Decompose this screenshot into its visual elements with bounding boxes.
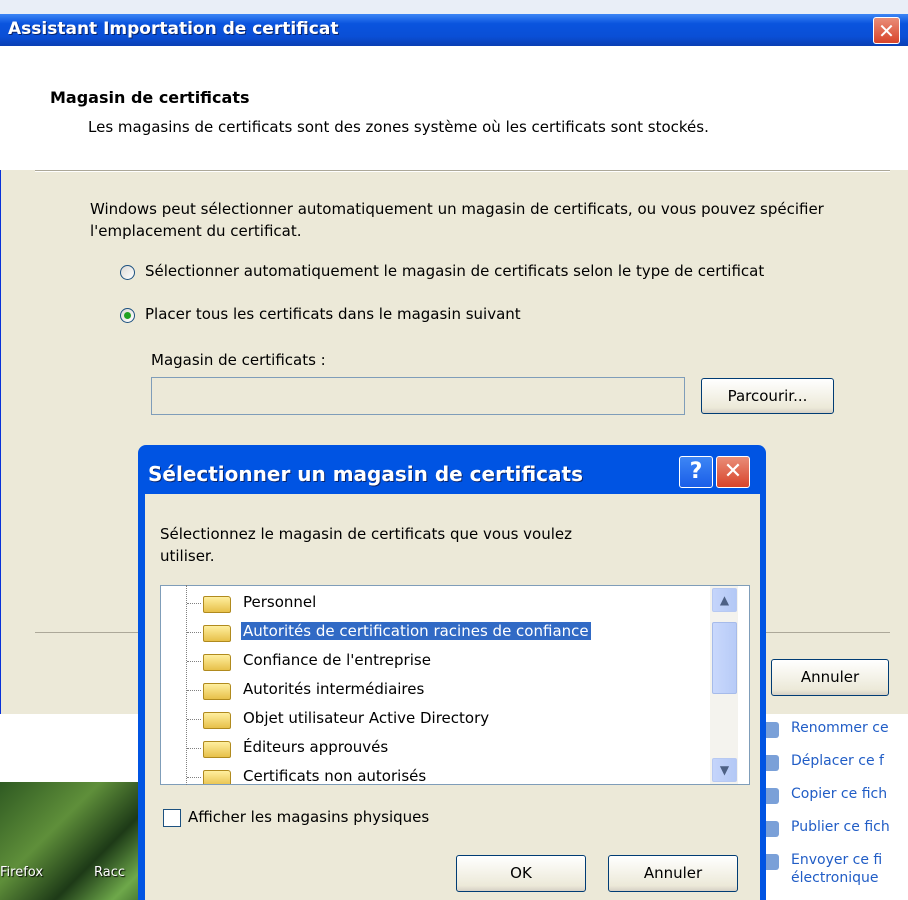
tree-item-personal[interactable]: Personnel: [161, 590, 721, 616]
dialog-title: Sélectionner un magasin de certificats: [148, 462, 583, 486]
tree-item-label: Personnel: [243, 593, 317, 611]
task-link-send[interactable]: Envoyer ce fi: [791, 852, 882, 868]
folder-icon: [203, 625, 231, 642]
tree-item-untrusted[interactable]: Certificats non autorisés: [161, 764, 721, 785]
wizard-title: Assistant Importation de certificat: [8, 19, 339, 39]
tree-item-enterprise-trust[interactable]: Confiance de l'entreprise: [161, 648, 721, 674]
header-divider: [35, 170, 890, 172]
task-link-copy[interactable]: Copier ce fich: [791, 786, 887, 802]
radio-auto-select[interactable]: [120, 265, 135, 280]
desktop-icon-label-firefox[interactable]: Firefox: [0, 865, 43, 880]
tree-connector: [187, 603, 201, 604]
page-description: Les magasins de certificats sont des zon…: [88, 118, 709, 136]
task-link-move[interactable]: Déplacer ce f: [791, 753, 884, 769]
folder-icon: [203, 596, 231, 613]
wizard-header-panel: [0, 46, 908, 170]
tree-connector: [187, 632, 201, 633]
dialog-description: Sélectionnez le magasin de certificats q…: [160, 525, 573, 565]
dialog-cancel-button[interactable]: Annuler: [608, 855, 738, 892]
tree-connector: [187, 690, 201, 691]
store-tree-view[interactable]: Personnel Autorités de certification rac…: [160, 585, 750, 785]
wizard-cancel-button[interactable]: Annuler: [771, 659, 889, 696]
task-link-publish[interactable]: Publier ce fich: [791, 819, 890, 835]
folder-icon: [203, 741, 231, 758]
tree-item-intermediate[interactable]: Autorités intermédiaires: [161, 677, 721, 703]
folder-icon: [203, 654, 231, 671]
tree-item-label: Confiance de l'entreprise: [243, 651, 431, 669]
task-link-send-continued[interactable]: électronique: [791, 870, 878, 886]
tree-connector: [187, 719, 201, 720]
help-icon[interactable]: ?: [679, 456, 713, 488]
folder-icon: [203, 683, 231, 700]
instructions-text: Windows peut sélectionner automatiquemen…: [90, 200, 824, 240]
show-physical-stores-checkbox[interactable]: [163, 809, 181, 827]
tree-item-label: Objet utilisateur Active Directory: [243, 709, 490, 727]
radio-place-all-label[interactable]: Placer tous les certificats dans le maga…: [145, 305, 521, 323]
tree-item-active-directory[interactable]: Objet utilisateur Active Directory: [161, 706, 721, 732]
tree-connector: [187, 661, 201, 662]
explorer-task-pane: Renommer ce Déplacer ce f Copier ce fich…: [755, 705, 908, 900]
radio-selected-dot: [124, 312, 131, 319]
certificate-store-field[interactable]: [151, 377, 685, 415]
show-physical-stores-label[interactable]: Afficher les magasins physiques: [188, 808, 429, 826]
store-field-label: Magasin de certificats :: [151, 351, 326, 369]
browse-button[interactable]: Parcourir...: [701, 378, 834, 414]
tree-item-trusted-root[interactable]: Autorités de certification racines de co…: [161, 619, 721, 645]
tree-root-line: [186, 585, 187, 785]
tree-item-label: Éditeurs approuvés: [243, 738, 389, 756]
footer-divider-right: [765, 632, 890, 633]
ok-button[interactable]: OK: [456, 855, 586, 892]
tree-item-label: Certificats non autorisés: [243, 767, 427, 785]
folder-icon: [203, 712, 231, 729]
radio-place-all[interactable]: [120, 308, 135, 323]
tree-item-label-selected: Autorités de certification racines de co…: [241, 622, 591, 640]
tree-connector: [187, 777, 201, 778]
tree-item-trusted-publishers[interactable]: Éditeurs approuvés: [161, 735, 721, 761]
page-title: Magasin de certificats: [50, 88, 250, 107]
tree-connector: [187, 748, 201, 749]
scroll-down-icon[interactable]: ▼: [712, 758, 737, 782]
scrollbar-thumb[interactable]: [712, 622, 737, 694]
task-link-rename[interactable]: Renommer ce: [791, 720, 889, 736]
dialog-close-icon[interactable]: ✕: [716, 456, 750, 488]
folder-icon: [203, 770, 231, 784]
desktop-icon-label-shortcut[interactable]: Racc: [94, 865, 125, 880]
wizard-close-icon[interactable]: ✕: [873, 17, 900, 44]
background-window-edge: [0, 0, 908, 14]
footer-divider: [35, 632, 145, 633]
scroll-up-icon[interactable]: ▲: [712, 588, 737, 612]
tree-item-label: Autorités intermédiaires: [243, 680, 425, 698]
radio-auto-select-label[interactable]: Sélectionner automatiquement le magasin …: [145, 262, 764, 280]
